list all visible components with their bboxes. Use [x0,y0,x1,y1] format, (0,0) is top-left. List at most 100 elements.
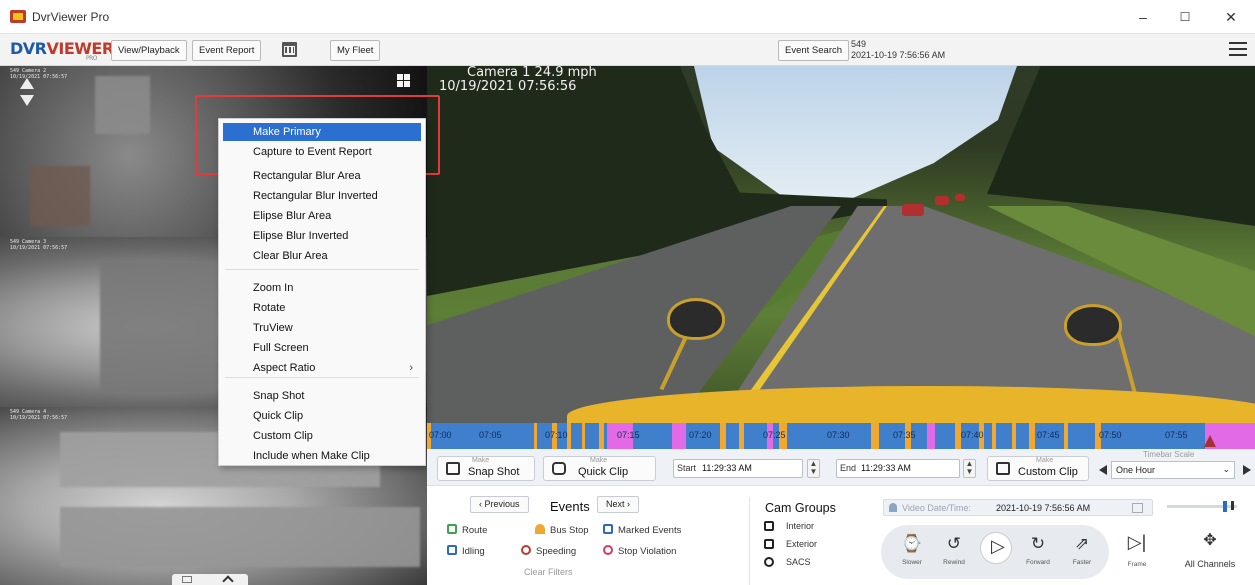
timeline-tick-label: 07:20 [689,430,712,440]
cam-group-interior[interactable]: Interior [764,521,814,531]
timeline-event-mark[interactable] [720,423,726,449]
layout-grid-icon[interactable] [182,576,192,583]
context-menu-item[interactable]: Aspect Ratio › [223,359,421,377]
volume-knob[interactable] [1223,501,1227,512]
forward-icon: ↻ [1030,534,1046,554]
faster-button[interactable]: ⇗ Faster [1065,533,1099,566]
end-time-field[interactable]: End 11:29:33 AM [836,459,960,478]
context-menu-item[interactable]: TruView [223,319,421,337]
context-menu-item[interactable]: Rectangular Blur Area [223,167,421,185]
frame-button[interactable]: ▷| Frame [1117,529,1157,577]
primary-video[interactable]: Camera 1 24.9 mph 10/19/2021 07:56:56 [427,66,1255,423]
previous-event-button[interactable]: ‹ Previous [470,496,529,513]
timeline-position-marker[interactable] [1204,435,1216,447]
context-menu-item[interactable]: Quick Clip [223,407,421,425]
timeline-event-mark[interactable] [871,423,879,449]
filter-speeding[interactable]: Speeding [521,545,576,557]
speeding-icon [521,545,531,555]
snap-shot-label: Snap Shot [468,466,520,478]
thumbnail-collapse-bar[interactable] [172,574,248,585]
chevron-up-icon[interactable] [222,575,234,585]
snap-shot-button[interactable]: Make Snap Shot [437,456,535,481]
calendar-icon[interactable] [282,42,297,57]
context-menu-item[interactable]: Elipse Blur Area [223,207,421,225]
timeline-event-mark[interactable] [534,423,537,449]
video-datetime-field[interactable]: Video Date/Time: 2021-10-19 7:56:56 AM [883,499,1153,516]
scale-left-arrow-icon[interactable] [1099,465,1107,475]
timeline-event-mark[interactable] [739,423,744,449]
context-menu-item[interactable]: Custom Clip [223,427,421,445]
end-label: End [840,463,857,473]
minimize-button[interactable]: – [1128,6,1158,28]
make-caption: Make [472,457,490,464]
context-menu-item[interactable]: Rotate [223,299,421,317]
unit-info: 549 2021-10-19 7:56:56 AM [851,39,945,61]
app-icon [10,10,26,23]
filter-idling[interactable]: Idling [447,545,485,557]
volume-slider[interactable] [1167,501,1237,512]
context-menu-item[interactable]: Snap Shot [223,387,421,405]
filter-route[interactable]: Route [447,524,487,536]
start-time-field[interactable]: Start 11:29:33 AM [673,459,803,478]
context-menu-item[interactable]: Rectangular Blur Inverted [223,187,421,205]
grid-layout-icon[interactable] [397,74,410,87]
blur-region [30,166,90,226]
hamburger-menu-icon[interactable] [1229,42,1247,56]
view-playback-button[interactable]: View/Playback [111,40,187,61]
timeline-bar[interactable]: 07:00 07:05 07:10 07:15 07:20 07:25 07:30 07:35… [427,423,1255,449]
timeline-event-mark[interactable] [599,423,604,449]
context-menu-item[interactable]: Clear Blur Area [223,247,421,265]
timeline-event-mark[interactable] [567,423,571,449]
timeline-event-mark[interactable] [1012,423,1016,449]
quick-clip-button[interactable]: Make Quick Clip [543,456,656,481]
rewind-button[interactable]: ↺ Rewind [937,533,971,566]
all-channels-button[interactable]: ✥ All Channels [1167,529,1253,577]
custom-clip-button[interactable]: Make Custom Clip [987,456,1089,481]
context-menu-item[interactable]: Make Primary [223,123,421,141]
context-menu-item[interactable]: Full Screen [223,339,421,357]
filter-marked-events[interactable]: Marked Events [603,524,681,536]
filter-stop-violation[interactable]: Stop Violation [603,545,676,557]
timeline-event-mark[interactable] [1064,423,1068,449]
event-report-button[interactable]: Event Report [192,40,262,61]
event-search-button[interactable]: Event Search [778,40,850,61]
timeline-event-mark[interactable] [992,423,996,449]
timeline-event-mark[interactable] [582,423,585,449]
cam-group-exterior[interactable]: Exterior [764,539,817,549]
context-menu-item[interactable]: Zoom In [223,279,421,297]
context-menu-item[interactable]: Capture to Event Report [223,143,421,161]
toolbar: DVRVIEWER PRO View/Playback Event Report… [0,34,1255,66]
close-button[interactable]: ✕ [1216,6,1246,28]
next-event-button[interactable]: Next › [597,496,640,513]
submenu-arrow-icon: › [409,362,413,374]
end-time-spinner[interactable]: ▲ ▼ [963,459,976,478]
maximize-button[interactable]: ☐ [1170,6,1200,28]
speaker-icon[interactable] [1231,501,1237,510]
play-button[interactable]: ▷ [980,532,1012,564]
cam-group-sacs[interactable]: SACS [764,557,811,567]
context-menu-item[interactable]: Include when Make Clip [223,447,421,465]
slower-button[interactable]: ⌚ Slower [895,533,929,566]
my-fleet-button[interactable]: My Fleet [330,40,380,61]
timeline-event-mark[interactable] [672,423,686,449]
context-menu-item[interactable]: Elipse Blur Inverted [223,227,421,245]
timeline-event-mark[interactable] [927,423,935,449]
timebar-scale-select[interactable]: One Hour ⌄ [1111,461,1235,479]
timeline-tick-label: 07:40 [961,430,984,440]
calendar-icon[interactable] [1132,503,1143,513]
forward-button[interactable]: ↻ Forward [1021,533,1055,566]
all-channels-icon: ✥ [1203,532,1217,549]
title-bar: DvrViewer Pro – ☐ ✕ [0,0,1255,34]
video-timestamp: 10/19/2021 07:56:56 [439,79,577,94]
clear-filters-button[interactable]: Clear Filters [524,567,573,577]
quick-clip-icon [552,462,566,475]
video-car [935,196,949,205]
filter-bus-stop[interactable]: Bus Stop [535,524,589,536]
rewind-icon: ↺ [946,534,962,554]
timeline-event-mark[interactable] [1029,423,1035,449]
route-icon [447,524,457,534]
make-caption: Make [590,457,608,464]
camera-scroll-arrows-icon[interactable] [19,78,35,108]
scale-right-arrow-icon[interactable] [1243,465,1251,475]
start-time-spinner[interactable]: ▲ ▼ [807,459,820,478]
